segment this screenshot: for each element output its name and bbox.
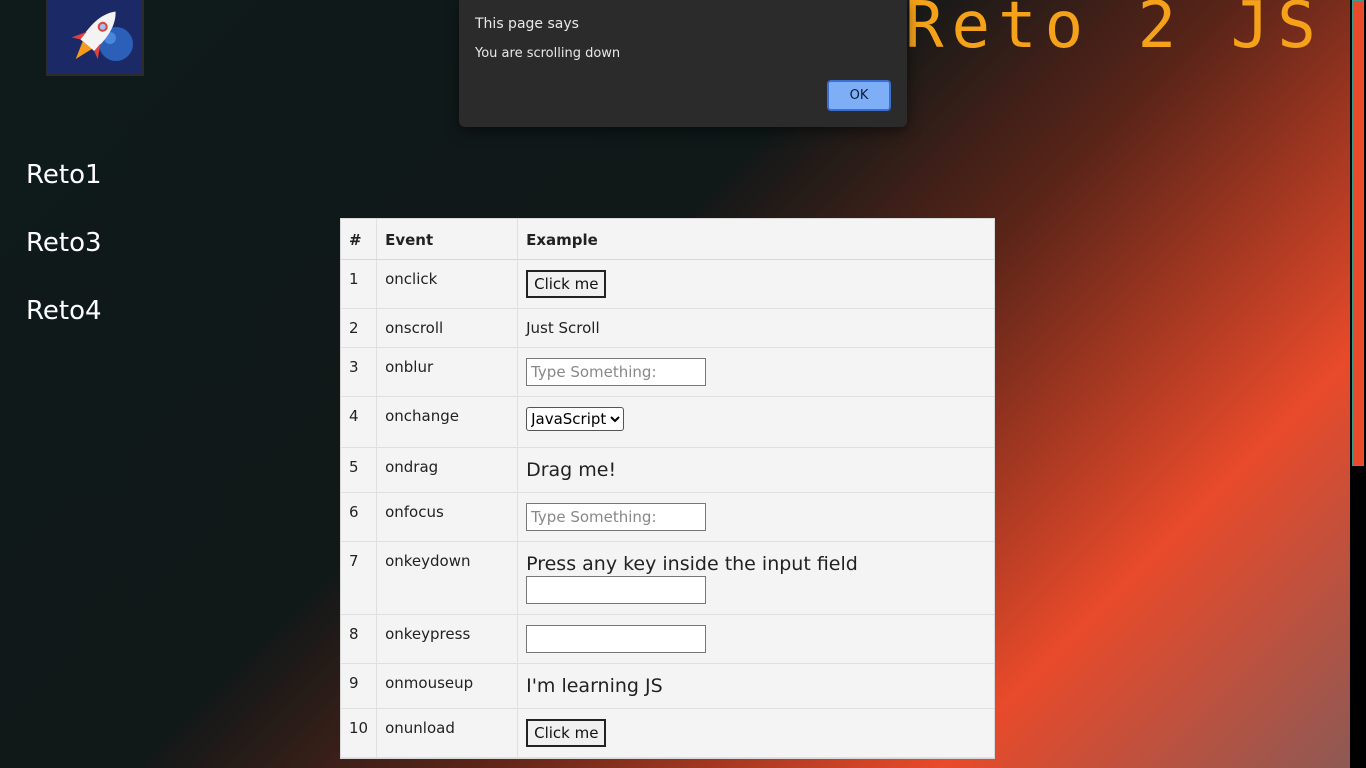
- table-row: 5 ondrag Drag me!: [341, 447, 994, 493]
- row-event: onkeydown: [376, 541, 518, 615]
- row-number: 5: [341, 447, 377, 493]
- rocket-icon: [71, 11, 133, 61]
- nav-item-reto1[interactable]: Reto1: [26, 160, 102, 190]
- onkeydown-input[interactable]: [526, 576, 707, 604]
- row-event: onfocus: [376, 492, 518, 542]
- events-table: # Event Example 1 onclick Click me 2 ons…: [340, 218, 995, 759]
- onkeypress-input[interactable]: [526, 625, 707, 653]
- row-event: ondrag: [376, 447, 518, 493]
- row-number: 2: [341, 308, 377, 348]
- ondrag-draggable-text[interactable]: Drag me!: [517, 447, 994, 493]
- table-row: 1 onclick Click me: [341, 259, 994, 309]
- column-header-number: #: [341, 219, 377, 260]
- row-event: onkeypress: [376, 614, 518, 664]
- alert-dialog: This page says You are scrolling down OK: [459, 0, 907, 127]
- alert-title: This page says: [475, 16, 579, 32]
- row-number: 9: [341, 663, 377, 709]
- onfocus-input[interactable]: [526, 503, 707, 531]
- row-event: onscroll: [376, 308, 518, 348]
- nav-item-reto3[interactable]: Reto3: [26, 228, 102, 258]
- onblur-input[interactable]: [526, 358, 707, 386]
- table-row: 9 onmouseup I'm learning JS: [341, 663, 994, 709]
- page-scrollbar[interactable]: [1350, 0, 1366, 768]
- row-event: onunload: [376, 708, 518, 758]
- table-row: 8 onkeypress: [341, 614, 994, 664]
- onkeydown-instruction: Press any key inside the input field: [526, 553, 858, 575]
- row-number: 1: [341, 259, 377, 309]
- onmouseup-text[interactable]: I'm learning JS: [517, 663, 994, 709]
- row-event: onchange: [376, 396, 518, 448]
- row-number: 6: [341, 492, 377, 542]
- row-event: onclick: [376, 259, 518, 309]
- site-title: Reto 2 JS: [905, 0, 1324, 63]
- table-row: 2 onscroll Just Scroll: [341, 308, 994, 348]
- side-nav: Reto1 Reto3 Reto4: [26, 160, 102, 364]
- table-row: 7 onkeydown Press any key inside the inp…: [341, 541, 994, 615]
- onchange-language-select[interactable]: JavaScript: [526, 407, 625, 431]
- column-header-example: Example: [517, 219, 994, 260]
- scrollbar-thumb[interactable]: [1352, 0, 1364, 466]
- row-event: onmouseup: [376, 663, 518, 709]
- nav-item-reto4[interactable]: Reto4: [26, 296, 102, 326]
- row-event: onblur: [376, 347, 518, 397]
- onclick-click-me-button[interactable]: Click me: [526, 270, 607, 298]
- row-number: 7: [341, 541, 377, 615]
- row-number: 8: [341, 614, 377, 664]
- alert-ok-button[interactable]: OK: [827, 80, 891, 111]
- column-header-event: Event: [376, 219, 518, 260]
- onscroll-example-text: Just Scroll: [517, 308, 994, 348]
- row-number: 10: [341, 708, 377, 758]
- alert-message: You are scrolling down: [475, 46, 621, 61]
- row-number: 3: [341, 347, 377, 397]
- table-header-row: # Event Example: [341, 219, 994, 260]
- rocket-logo: [46, 0, 144, 76]
- table-row: 4 onchange JavaScript: [341, 396, 994, 448]
- onunload-click-me-button[interactable]: Click me: [526, 719, 607, 747]
- row-number: 4: [341, 396, 377, 448]
- table-row: 6 onfocus: [341, 492, 994, 542]
- table-row: 3 onblur: [341, 347, 994, 397]
- table-row: 10 onunload Click me: [341, 708, 994, 758]
